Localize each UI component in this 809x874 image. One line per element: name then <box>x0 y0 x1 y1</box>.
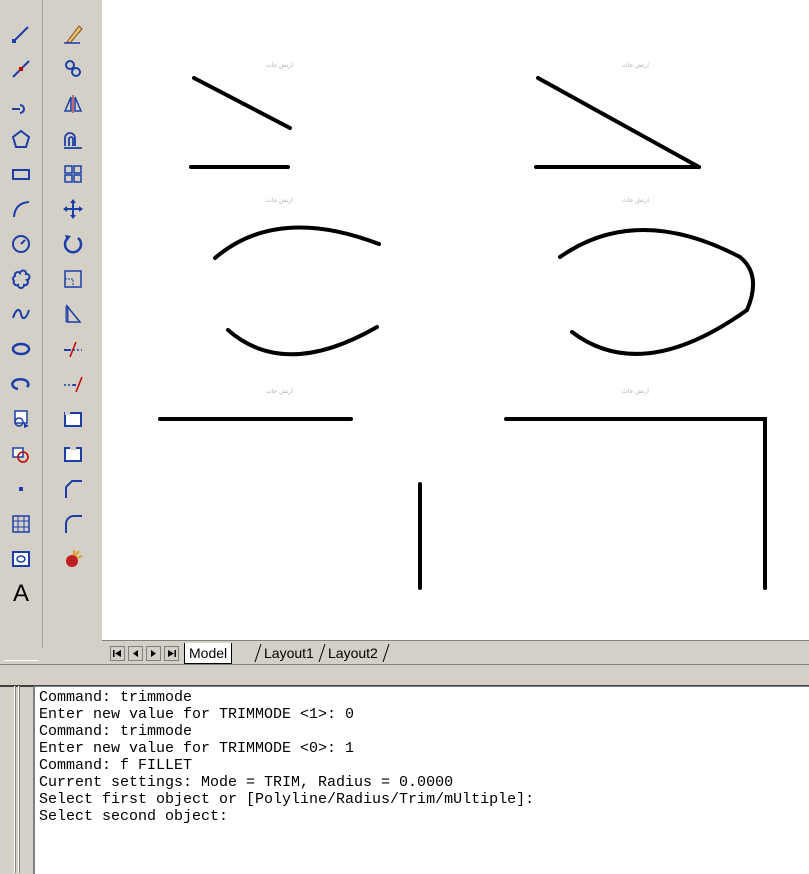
extend-icon[interactable] <box>55 370 91 398</box>
polyline-icon[interactable] <box>3 90 39 118</box>
spline-icon[interactable] <box>3 300 39 328</box>
command-prompt[interactable]: Select second object: <box>39 808 228 826</box>
tab-layout1[interactable]: Layout1 <box>260 643 318 663</box>
mirror-icon[interactable] <box>55 90 91 118</box>
next-tab-button[interactable] <box>146 646 161 661</box>
array-icon[interactable] <box>55 160 91 188</box>
drawing-geometry <box>158 76 767 590</box>
tab-model[interactable]: Model <box>184 643 233 664</box>
polygon-icon[interactable] <box>3 125 39 153</box>
tab-separator <box>254 643 262 663</box>
right-arrow-icon <box>151 650 156 657</box>
move-icon[interactable] <box>55 195 91 223</box>
first-tab-button[interactable] <box>110 646 125 661</box>
draw-toolbar: A <box>0 0 43 665</box>
stretch-icon[interactable] <box>55 300 91 328</box>
command-line: Command: trimmode <box>39 689 193 706</box>
tab-model-label: Model <box>189 645 228 661</box>
point-icon[interactable] <box>3 475 39 503</box>
trim-icon[interactable] <box>55 335 91 363</box>
command-line: Enter new value for TRIMMODE <1>: 0 <box>39 706 355 723</box>
tab-layout2[interactable]: Layout2 <box>324 643 382 663</box>
revision-cloud-icon[interactable] <box>3 265 39 293</box>
first-arrow-icon <box>113 650 121 657</box>
command-window-grip[interactable] <box>14 686 28 873</box>
modify-toolbar <box>52 0 94 600</box>
command-line: Command: f FILLET <box>39 757 193 774</box>
command-history[interactable]: Command: trimmode Enter new value for TR… <box>33 686 809 874</box>
hatch-icon[interactable] <box>3 510 39 538</box>
line-icon[interactable] <box>3 20 39 48</box>
corner-after-fillet[interactable] <box>504 417 767 590</box>
rectangle-icon[interactable] <box>3 160 39 188</box>
previous-tab-button[interactable] <box>128 646 143 661</box>
arc-before-fillet[interactable] <box>213 225 381 260</box>
last-tab-button[interactable] <box>164 646 179 661</box>
command-window-splitter[interactable] <box>0 664 809 687</box>
fillet-icon[interactable] <box>55 510 91 538</box>
command-line: Select first object or [Polyline/Radius/… <box>39 791 535 808</box>
insert-block-icon[interactable] <box>3 405 39 433</box>
offset-icon[interactable] <box>55 125 91 153</box>
region-icon[interactable] <box>3 545 39 573</box>
make-block-icon[interactable] <box>3 440 39 468</box>
command-line: Current settings: Mode = TRIM, Radius = … <box>39 774 454 791</box>
tab-layout1-label: Layout1 <box>264 645 314 661</box>
copy-icon[interactable] <box>55 55 91 83</box>
autocad-window: A ارتش جات ارتش جات ارتش جات ارتش جات ار… <box>0 0 809 874</box>
rotate-icon[interactable] <box>55 230 91 258</box>
line-after-fillet[interactable] <box>536 76 701 169</box>
tab-layout2-label: Layout2 <box>328 645 378 661</box>
circle-icon[interactable] <box>3 230 39 258</box>
command-line: Enter new value for TRIMMODE <0>: 1 <box>39 740 355 757</box>
scale-icon[interactable] <box>55 265 91 293</box>
chamfer-icon[interactable] <box>55 475 91 503</box>
left-arrow-icon <box>133 650 138 657</box>
erase-icon[interactable] <box>55 20 91 48</box>
arc-after-fillet[interactable] <box>570 308 749 356</box>
command-line: Command: trimmode <box>39 723 193 740</box>
break-icon[interactable] <box>55 440 91 468</box>
break-at-point-icon[interactable] <box>55 405 91 433</box>
tab-separator <box>318 643 326 663</box>
explode-icon[interactable] <box>55 545 91 573</box>
line-before-fillet[interactable] <box>192 76 292 130</box>
layout-tab-bar: Model Layout1 Layout2 <box>102 640 809 665</box>
arc-before-fillet[interactable] <box>226 325 379 357</box>
text-tool-label: A <box>12 580 29 607</box>
ellipse-arc-icon[interactable] <box>3 370 39 398</box>
construction-line-icon[interactable] <box>3 55 39 83</box>
last-arrow-icon <box>168 650 176 657</box>
ellipse-icon[interactable] <box>3 335 39 363</box>
arc-icon[interactable] <box>3 195 39 223</box>
tab-separator <box>382 643 390 663</box>
multiline-text-tool[interactable]: A <box>3 580 39 608</box>
drawing-canvas[interactable]: ارتش جات ارتش جات ارتش جات ارتش جات ارتش… <box>102 0 809 640</box>
arc-after-fillet[interactable] <box>558 228 756 312</box>
